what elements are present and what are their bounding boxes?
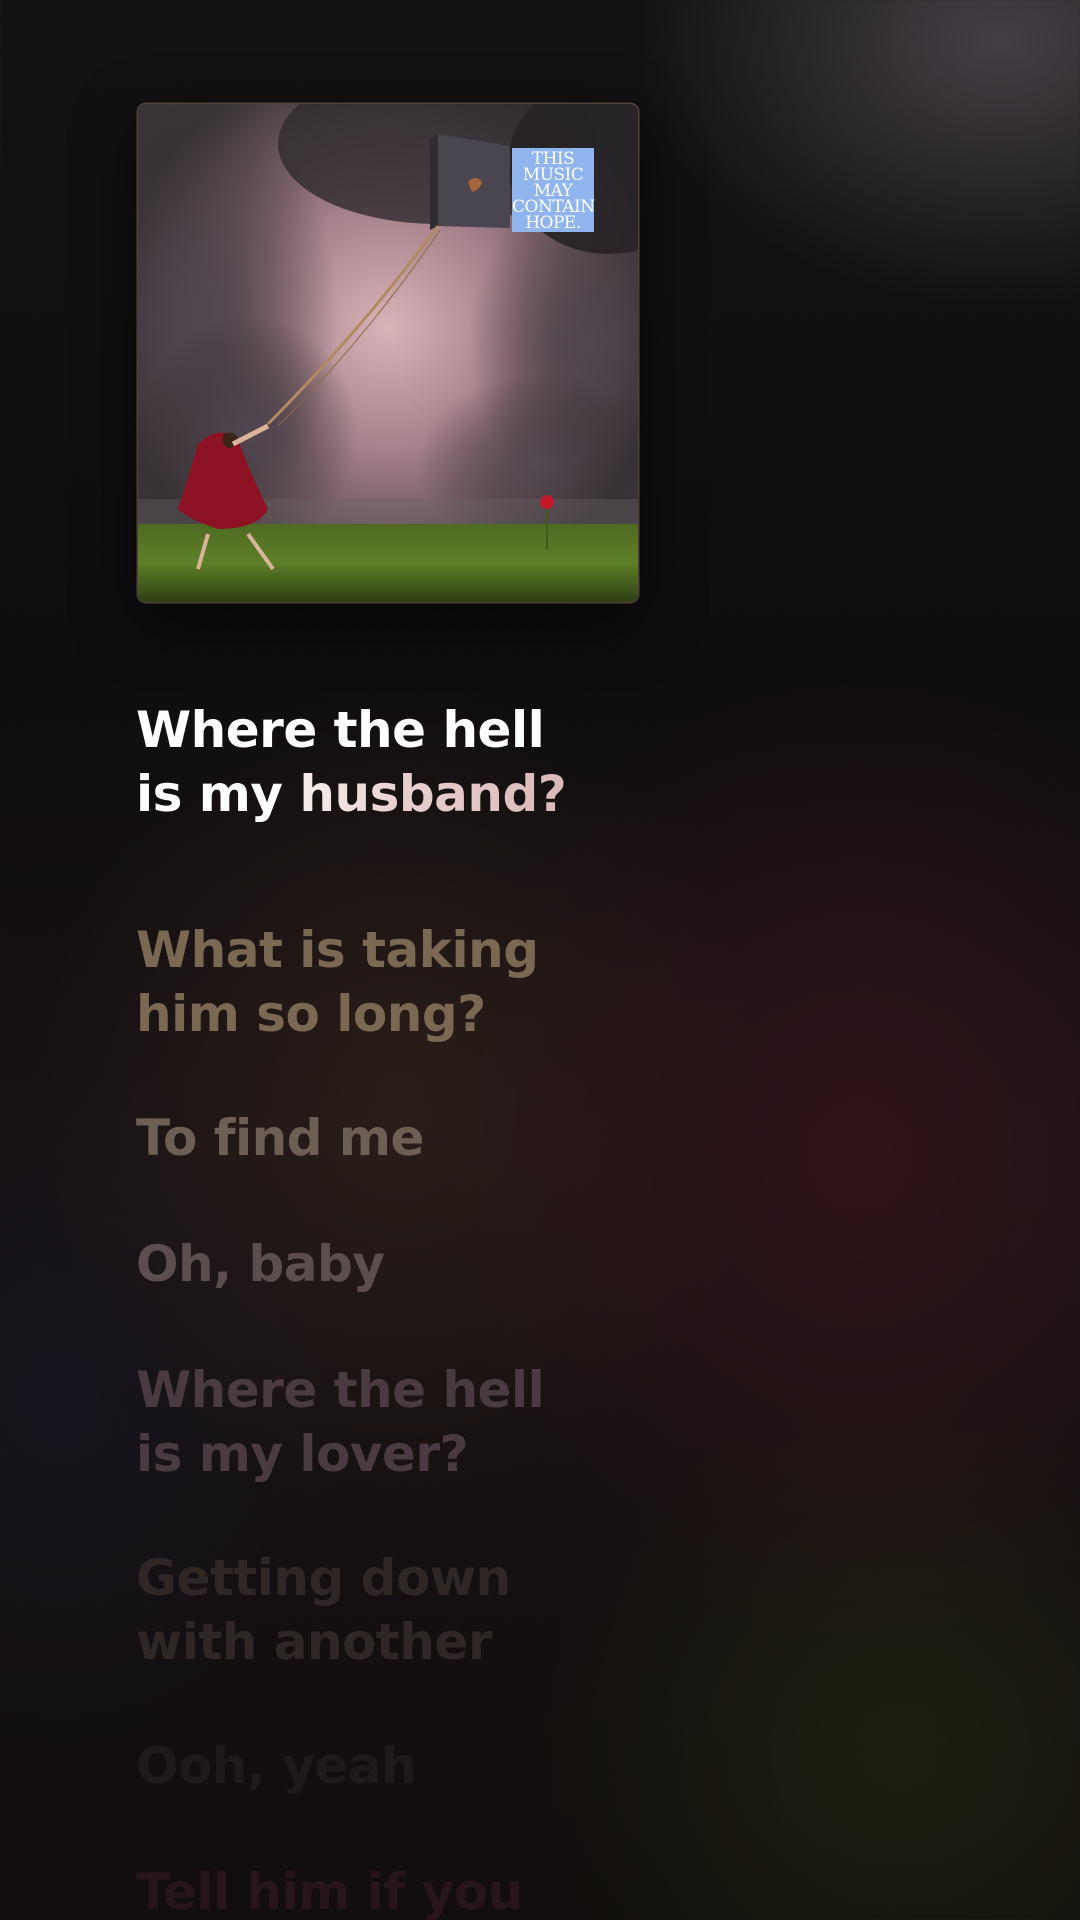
lyric-line-text: Tell him if you [136,1863,523,1920]
lyric-line-text: What is taking [136,921,539,979]
lyric-line[interactable]: To find me [136,1106,424,1170]
album-sign-text-5: HOPE. [525,213,581,233]
lyric-unsung-text: husband? [299,765,567,823]
lyric-line-text: Getting down [136,1549,511,1607]
lyric-line[interactable]: What is taking him so long? [136,918,539,1046]
lyric-line[interactable]: Oh, baby [136,1232,385,1296]
lyric-line-text: him so long? [136,985,486,1043]
lyric-line-text: with another [136,1613,492,1671]
album-sign: THIS MUSIC MAY CONTAIN HOPE. [512,148,595,233]
lyric-sung-text: is my [136,765,300,823]
lyric-line[interactable]: Getting down with another [136,1546,511,1674]
album-artwork[interactable]: THIS MUSIC MAY CONTAIN HOPE. [138,104,638,602]
lyric-line-text: Oh, baby [136,1235,385,1293]
lyric-line-text: is my lover? [136,1425,469,1483]
lyric-line-text: Where the hell [136,1361,545,1419]
lyric-line-active-text-1: Where the hell [136,701,545,759]
lyric-line-active-text-2: is my husband? [136,762,567,826]
lyric-line-text: To find me [136,1109,424,1167]
lyric-line-active[interactable]: Where the hell is my husband? [136,698,567,826]
lyric-line[interactable]: Where the hell is my lover? [136,1358,545,1486]
lyric-line-text: Ooh, yeah [136,1737,417,1795]
lyric-line[interactable]: Tell him if you [136,1860,523,1920]
lyric-line[interactable]: Ooh, yeah [136,1734,417,1798]
